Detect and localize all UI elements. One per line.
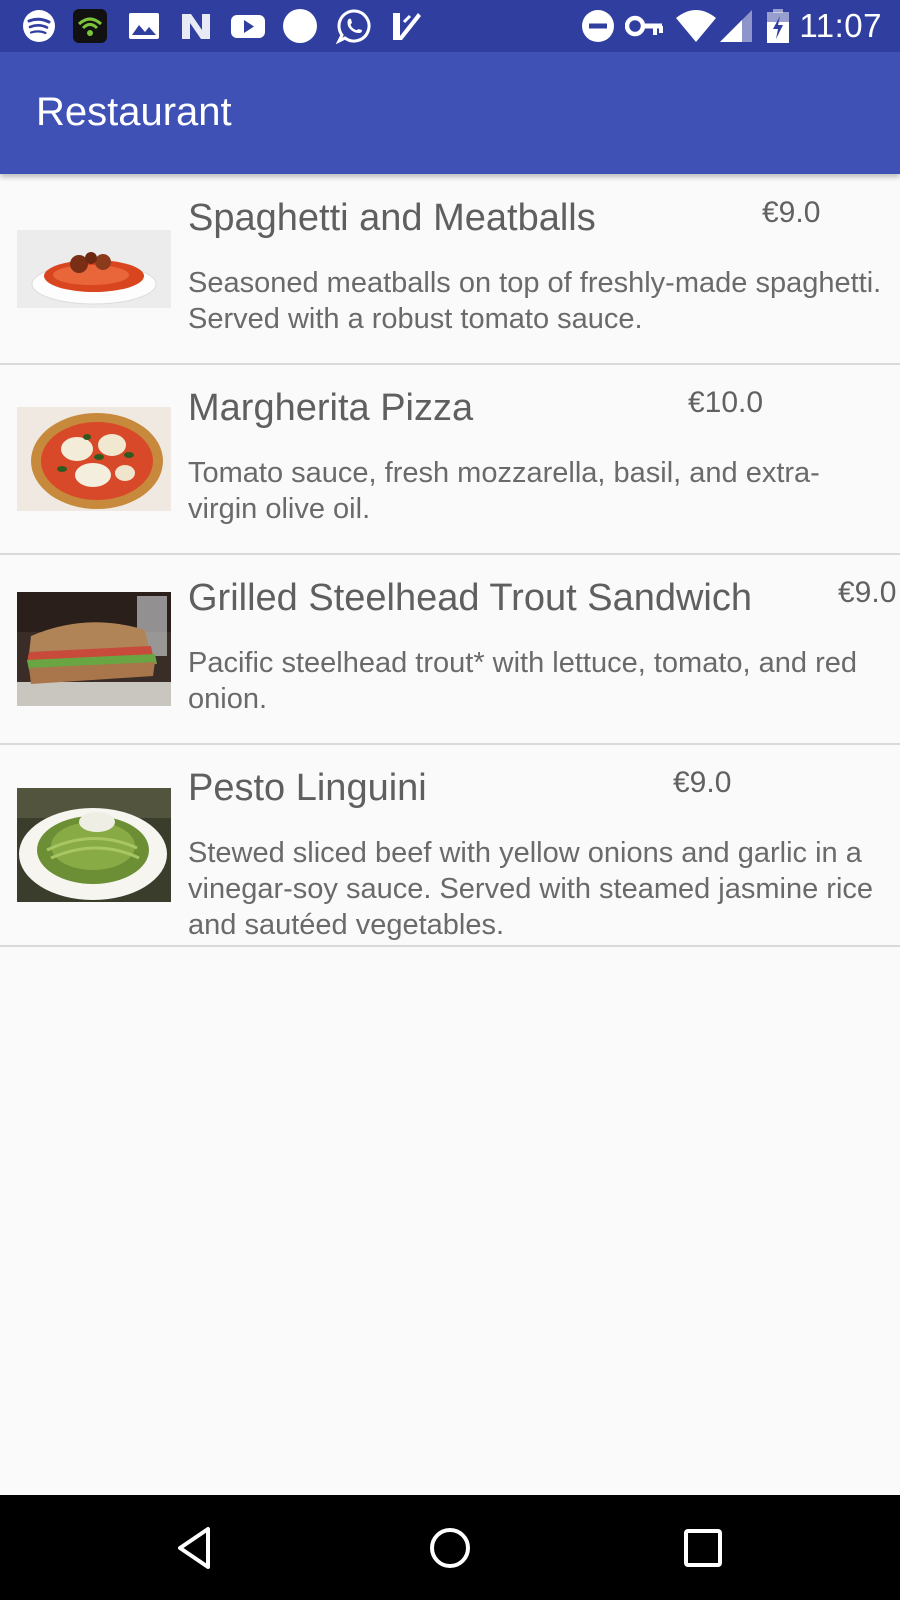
item-price: €9.0 <box>838 576 897 609</box>
list-item[interactable]: Spaghetti and Meatballs €9.0 Seasoned me… <box>0 174 900 365</box>
recents-icon[interactable] <box>678 1523 728 1573</box>
circle-notification-icon <box>283 9 317 43</box>
spotify-icon <box>23 10 55 42</box>
item-name: Pesto Linguini <box>188 767 427 809</box>
item-description: Seasoned meatballs on top of freshly-mad… <box>188 267 882 335</box>
item-description: Tomato sauce, fresh mozzarella, basil, a… <box>188 457 820 525</box>
home-icon[interactable] <box>425 1523 475 1573</box>
gallery-icon <box>129 13 159 39</box>
app-title: Restaurant <box>36 90 232 134</box>
app-bar: Restaurant <box>0 52 900 174</box>
cell-signal-icon <box>720 10 752 42</box>
navigation-bar <box>0 1495 900 1600</box>
menu-list: Spaghetti and Meatballs €9.0 Seasoned me… <box>0 174 900 947</box>
whatsapp-icon <box>336 9 371 44</box>
list-item[interactable]: Margherita Pizza €10.0 Tomato sauce, fre… <box>0 365 900 555</box>
trout-sandwich-photo <box>17 592 171 706</box>
n-app-icon <box>182 14 210 39</box>
vpn-key-icon <box>625 15 663 37</box>
wifi-app-icon <box>73 9 107 43</box>
item-name: Margherita Pizza <box>188 387 474 429</box>
item-price: €9.0 <box>762 196 821 229</box>
do-not-disturb-icon <box>582 10 614 42</box>
item-description: Stewed sliced beef with yellow onions an… <box>188 837 874 941</box>
wifi-signal-icon <box>676 10 716 42</box>
margherita-pizza-photo <box>17 407 171 511</box>
status-bar: 11:07 <box>0 0 900 52</box>
youtube-icon <box>231 15 265 38</box>
item-name: Grilled Steelhead Trout Sandwich <box>188 577 752 619</box>
status-clock: 11:07 <box>799 7 882 44</box>
list-item[interactable]: Grilled Steelhead Trout Sandwich €9.0 Pa… <box>0 555 900 745</box>
item-price: €10.0 <box>688 386 764 419</box>
pesto-linguini-photo <box>17 788 171 902</box>
ticket-icon <box>393 13 421 40</box>
spaghetti-meatballs-photo <box>17 230 171 308</box>
item-name: Spaghetti and Meatballs <box>188 197 596 239</box>
list-item[interactable]: Pesto Linguini €9.0 Stewed sliced beef w… <box>0 745 900 947</box>
item-price: €9.0 <box>673 766 732 799</box>
battery-charging-icon <box>767 9 789 43</box>
back-icon[interactable] <box>172 1523 222 1573</box>
item-description: Pacific steelhead trout* with lettuce, t… <box>188 647 857 715</box>
